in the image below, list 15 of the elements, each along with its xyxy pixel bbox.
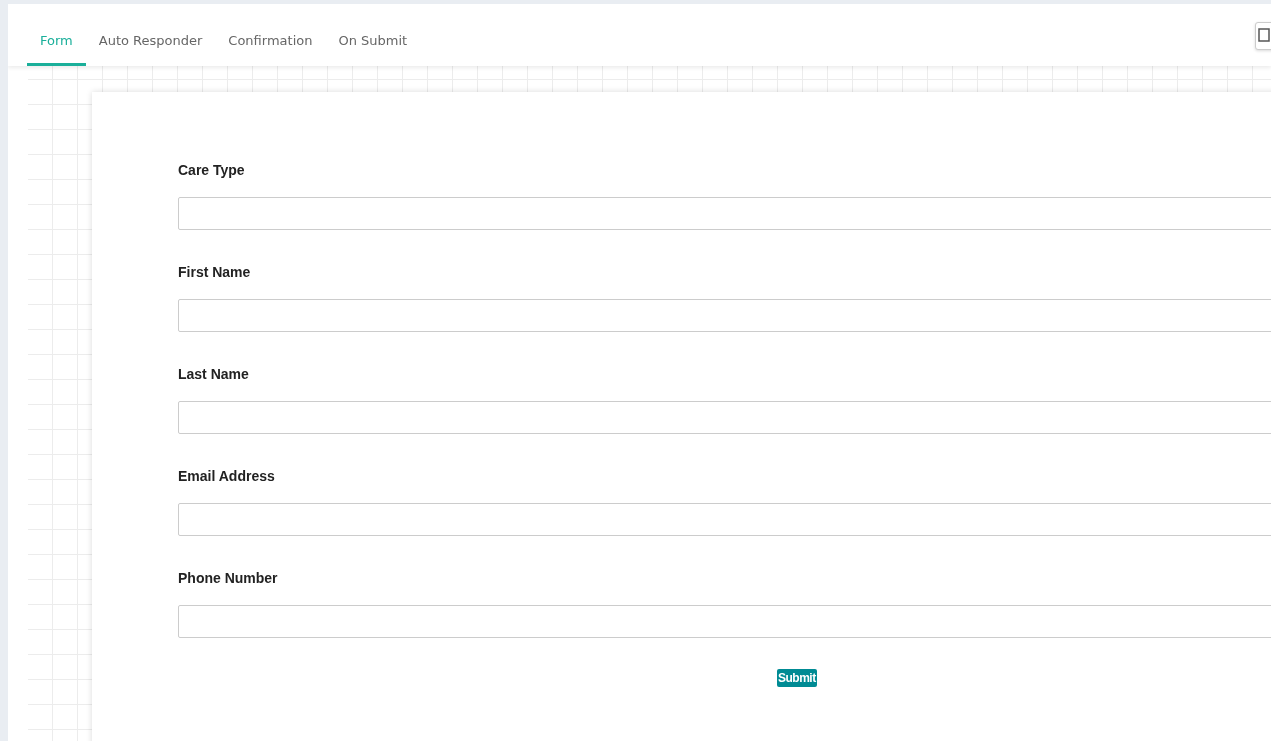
document-icon — [1258, 27, 1270, 42]
field-label: Last Name — [178, 366, 250, 382]
tab[interactable]: On Submit — [325, 22, 421, 66]
input-field[interactable] — [178, 605, 1271, 638]
field-label: Email Address — [178, 468, 276, 484]
field-label: Care Type — [178, 162, 246, 178]
tab[interactable]: Confirmation — [215, 22, 326, 66]
input-field[interactable] — [178, 401, 1271, 434]
submit-button[interactable]: Submit — [777, 669, 817, 687]
field-label: First Name — [178, 264, 252, 280]
field-label: Phone Number — [178, 570, 279, 586]
tab[interactable]: Auto Responder — [85, 22, 216, 66]
input-field[interactable] — [178, 299, 1271, 332]
input-field[interactable] — [178, 503, 1271, 536]
input-field[interactable] — [178, 197, 1271, 230]
